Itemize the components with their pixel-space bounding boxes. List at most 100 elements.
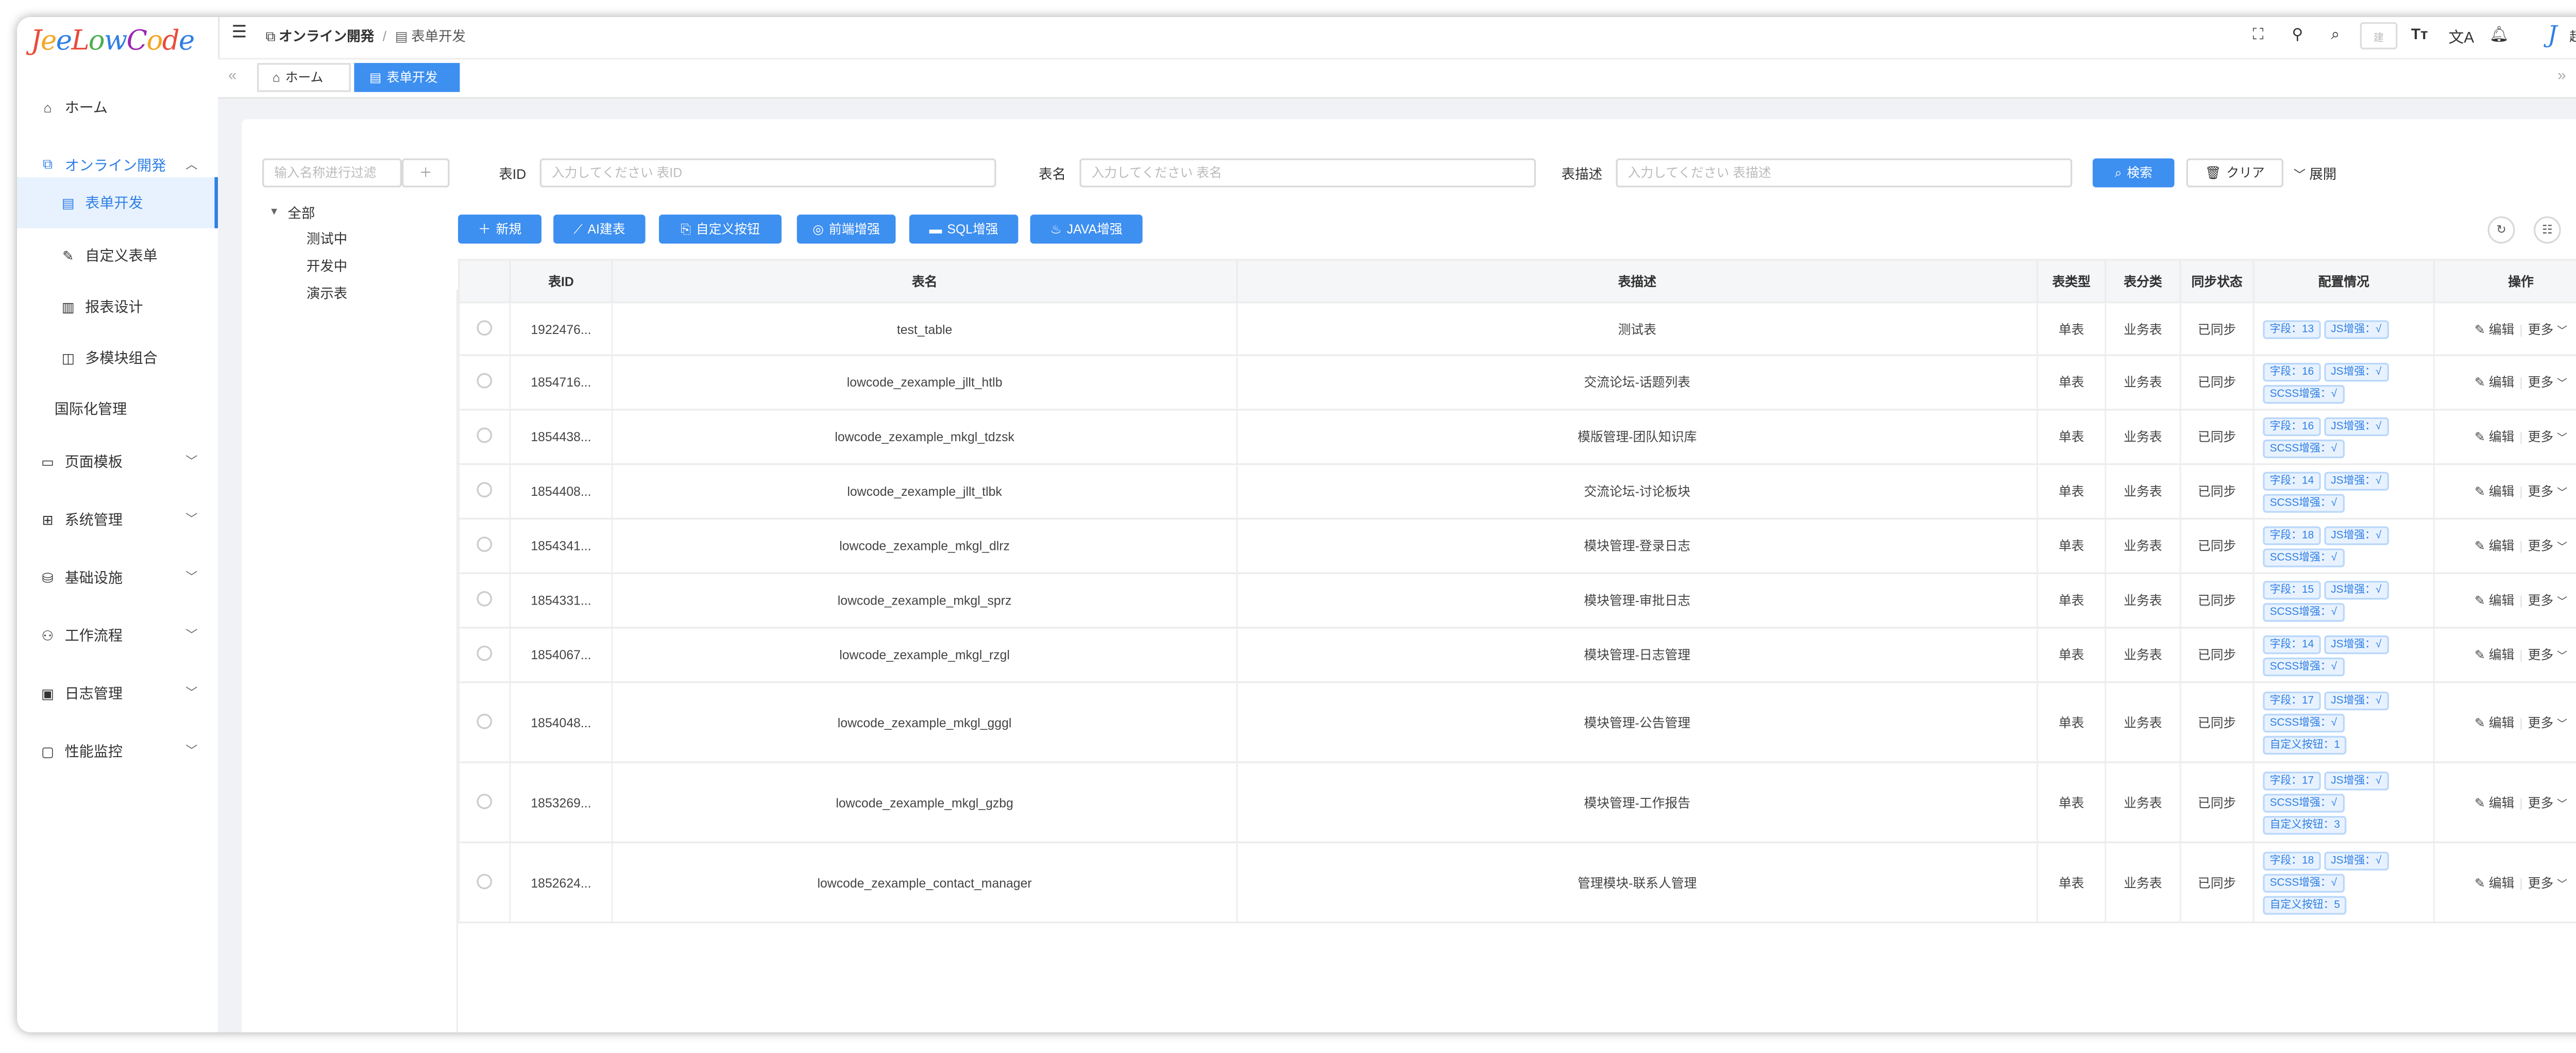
more-button[interactable]: 更多 (2528, 795, 2554, 810)
cell-table-category[interactable]: 业务表 (2104, 355, 2181, 411)
sidebar-item-i18n[interactable]: 国际化管理 (17, 385, 218, 433)
font-size-icon[interactable]: Tт (2411, 26, 2428, 43)
column-header[interactable]: 表类型 (2036, 259, 2107, 304)
tree-add-button[interactable]: ＋ (401, 158, 450, 188)
sidebar-item-workflow[interactable]: ⚇ 工作流程 ﹀ (17, 613, 218, 658)
sidebar-item-report-design[interactable]: ▥ 报表设计 (17, 283, 218, 331)
sidebar-item-monitor[interactable]: ▢ 性能监控 ﹀ (17, 729, 218, 774)
column-settings-button[interactable]: ☷ (2533, 216, 2561, 244)
sidebar-item-log[interactable]: ▣ 日志管理 ﹀ (17, 671, 218, 715)
more-button[interactable]: 更多 (2528, 484, 2554, 499)
app-logo[interactable]: JeeLowCode (30, 24, 195, 56)
more-button[interactable]: 更多 (2528, 593, 2554, 608)
sidebar-item-custom-form[interactable]: ✎ 自定义表单 (17, 231, 218, 279)
table-row[interactable]: 1854438... lowcode_zexample_mkgl_tdzsk 模版管… (458, 409, 2576, 465)
column-header[interactable]: 配置情况 (2252, 259, 2435, 304)
more-button[interactable]: 更多 (2528, 538, 2554, 554)
sql-enhance-button[interactable]: ▬ SQL增强 (909, 214, 1019, 244)
edit-button[interactable]: 编辑 (2489, 429, 2515, 445)
table-row[interactable]: 1854716... lowcode_zexample_jllt_htlb 交流论坛… (458, 355, 2576, 411)
more-button[interactable]: 更多 (2528, 875, 2554, 890)
more-button[interactable]: 更多 (2528, 647, 2554, 663)
new-button[interactable]: ＋ 新規 (458, 214, 541, 244)
sidebar-item-system[interactable]: ⊞ 系统管理 ﹀ (17, 497, 218, 542)
edit-button[interactable]: 编辑 (2489, 647, 2515, 663)
table-row[interactable]: 1854067... lowcode_zexample_mkgl_rzgl 模块管理… (458, 627, 2576, 683)
table-row[interactable]: 1922476... test_table 测试表 单表 业务表 已同步 字段：13 JS增强… (458, 302, 2576, 356)
table-row[interactable]: 1854331... lowcode_zexample_mkgl_sprz 模块管理… (458, 573, 2576, 629)
row-radio[interactable] (477, 713, 493, 728)
more-button[interactable]: 更多 (2528, 429, 2554, 445)
tabs-scroll-left-icon[interactable]: « (228, 66, 237, 83)
broom-icon[interactable]: ⚲ (2292, 26, 2303, 44)
cell-table-category[interactable]: 业务表 (2104, 627, 2181, 683)
table-row[interactable]: 1852624... lowcode_zexample_contact_manag… (458, 842, 2576, 924)
expand-toggle[interactable]: ﹀ 展開 (2294, 165, 2336, 184)
cell-table-category[interactable]: 业务表 (2104, 842, 2181, 924)
user-name[interactable]: 超级管理员 (2569, 27, 2576, 46)
cell-table-category[interactable]: 业务表 (2104, 573, 2181, 629)
menu-toggle-icon[interactable]: ☰ (231, 24, 247, 42)
edit-button[interactable]: 编辑 (2489, 714, 2515, 730)
column-header[interactable]: 表分类 (2104, 259, 2181, 304)
cell-table-category[interactable]: 业务表 (2104, 302, 2181, 356)
ai-create-button[interactable]: ⟋ AI建表 (553, 214, 646, 244)
row-radio[interactable] (477, 645, 493, 661)
sidebar-item-page-template[interactable]: ▭ 页面模板 ﹀ (17, 440, 218, 484)
caret-down-icon[interactable]: ▼ (269, 208, 279, 218)
edit-button[interactable]: 编辑 (2489, 538, 2515, 554)
edit-button[interactable]: 编辑 (2489, 484, 2515, 499)
tree-node-root[interactable]: 全部 (288, 205, 315, 223)
sidebar-item-home[interactable]: ⌂ ホーム (17, 85, 218, 129)
edit-button[interactable]: 编辑 (2489, 795, 2515, 810)
avatar[interactable]: J (2537, 20, 2568, 52)
tree-search-input[interactable]: 输入名称进行过滤 (262, 158, 402, 188)
edit-button[interactable]: 编辑 (2489, 593, 2515, 608)
frontend-enhance-button[interactable]: ◎ 前端增强 (796, 214, 896, 244)
column-header[interactable]: 表ID (509, 259, 613, 304)
breadcrumb-parent[interactable]: オンライン開発 (279, 27, 374, 46)
row-radio[interactable] (477, 793, 493, 809)
cell-table-category[interactable]: 业务表 (2104, 409, 2181, 465)
tree-node[interactable]: 演示表 (307, 285, 347, 303)
edit-button[interactable]: 编辑 (2489, 375, 2515, 390)
tab-form-dev[interactable]: ▤ 表单开发 (354, 63, 460, 92)
cell-table-category[interactable]: 业务表 (2104, 519, 2181, 574)
sidebar-item-multi-module[interactable]: ◫ 多模块组合 (17, 334, 218, 382)
column-header[interactable]: 表名 (611, 259, 1238, 304)
header-search-input[interactable]: 建 (2360, 22, 2398, 49)
more-button[interactable]: 更多 (2528, 321, 2554, 337)
translate-icon[interactable]: 文A (2449, 26, 2475, 48)
fullscreen-icon[interactable]: ⛶ (2253, 26, 2264, 44)
cell-table-category[interactable]: 业务表 (2104, 682, 2181, 763)
row-radio[interactable] (477, 591, 493, 607)
cell-table-category[interactable]: 业务表 (2104, 464, 2181, 520)
tree-node[interactable]: 开发中 (307, 257, 347, 276)
table-desc-input[interactable]: 入力してください 表描述 (1616, 158, 2073, 188)
tree-node[interactable]: 测试中 (307, 230, 347, 248)
more-button[interactable]: 更多 (2528, 714, 2554, 730)
row-radio[interactable] (477, 373, 493, 389)
cell-table-category[interactable]: 业务表 (2104, 762, 2181, 843)
more-button[interactable]: 更多 (2528, 375, 2554, 390)
java-enhance-button[interactable]: ♨ JAVA增强 (1030, 214, 1143, 244)
table-row[interactable]: 1853269... lowcode_zexample_mkgl_gzbg 模块管理… (458, 762, 2576, 843)
tabs-scroll-right-icon[interactable]: » (2557, 66, 2566, 83)
search-button[interactable]: ⌕ 検索 (2092, 158, 2175, 188)
table-row[interactable]: 1854048... lowcode_zexample_mkgl_gggl 模块管理… (458, 682, 2576, 763)
search-icon[interactable]: ⌕ (2331, 26, 2340, 44)
row-radio[interactable] (477, 873, 493, 889)
sidebar-item-infra[interactable]: ⛁ 基础设施 ﹀ (17, 555, 218, 599)
column-header[interactable]: 同步状态 (2179, 259, 2255, 304)
edit-button[interactable]: 编辑 (2489, 321, 2515, 337)
column-header[interactable]: 操作 (2433, 259, 2576, 304)
row-radio[interactable] (477, 319, 493, 335)
edit-button[interactable]: 编辑 (2489, 875, 2515, 890)
clear-button[interactable]: 🗑︎ クリア (2186, 158, 2284, 188)
sidebar-item-form-dev[interactable]: ▤ 表单开发 (17, 177, 218, 228)
table-name-input[interactable]: 入力してください 表名 (1079, 158, 1536, 188)
custom-button-button[interactable]: ⎘ 自定义按钮 (659, 214, 782, 244)
bell-icon[interactable]: 🔔︎ (2489, 26, 2509, 44)
row-radio[interactable] (477, 482, 493, 498)
table-id-input[interactable]: 入力してください 表ID (539, 158, 996, 188)
